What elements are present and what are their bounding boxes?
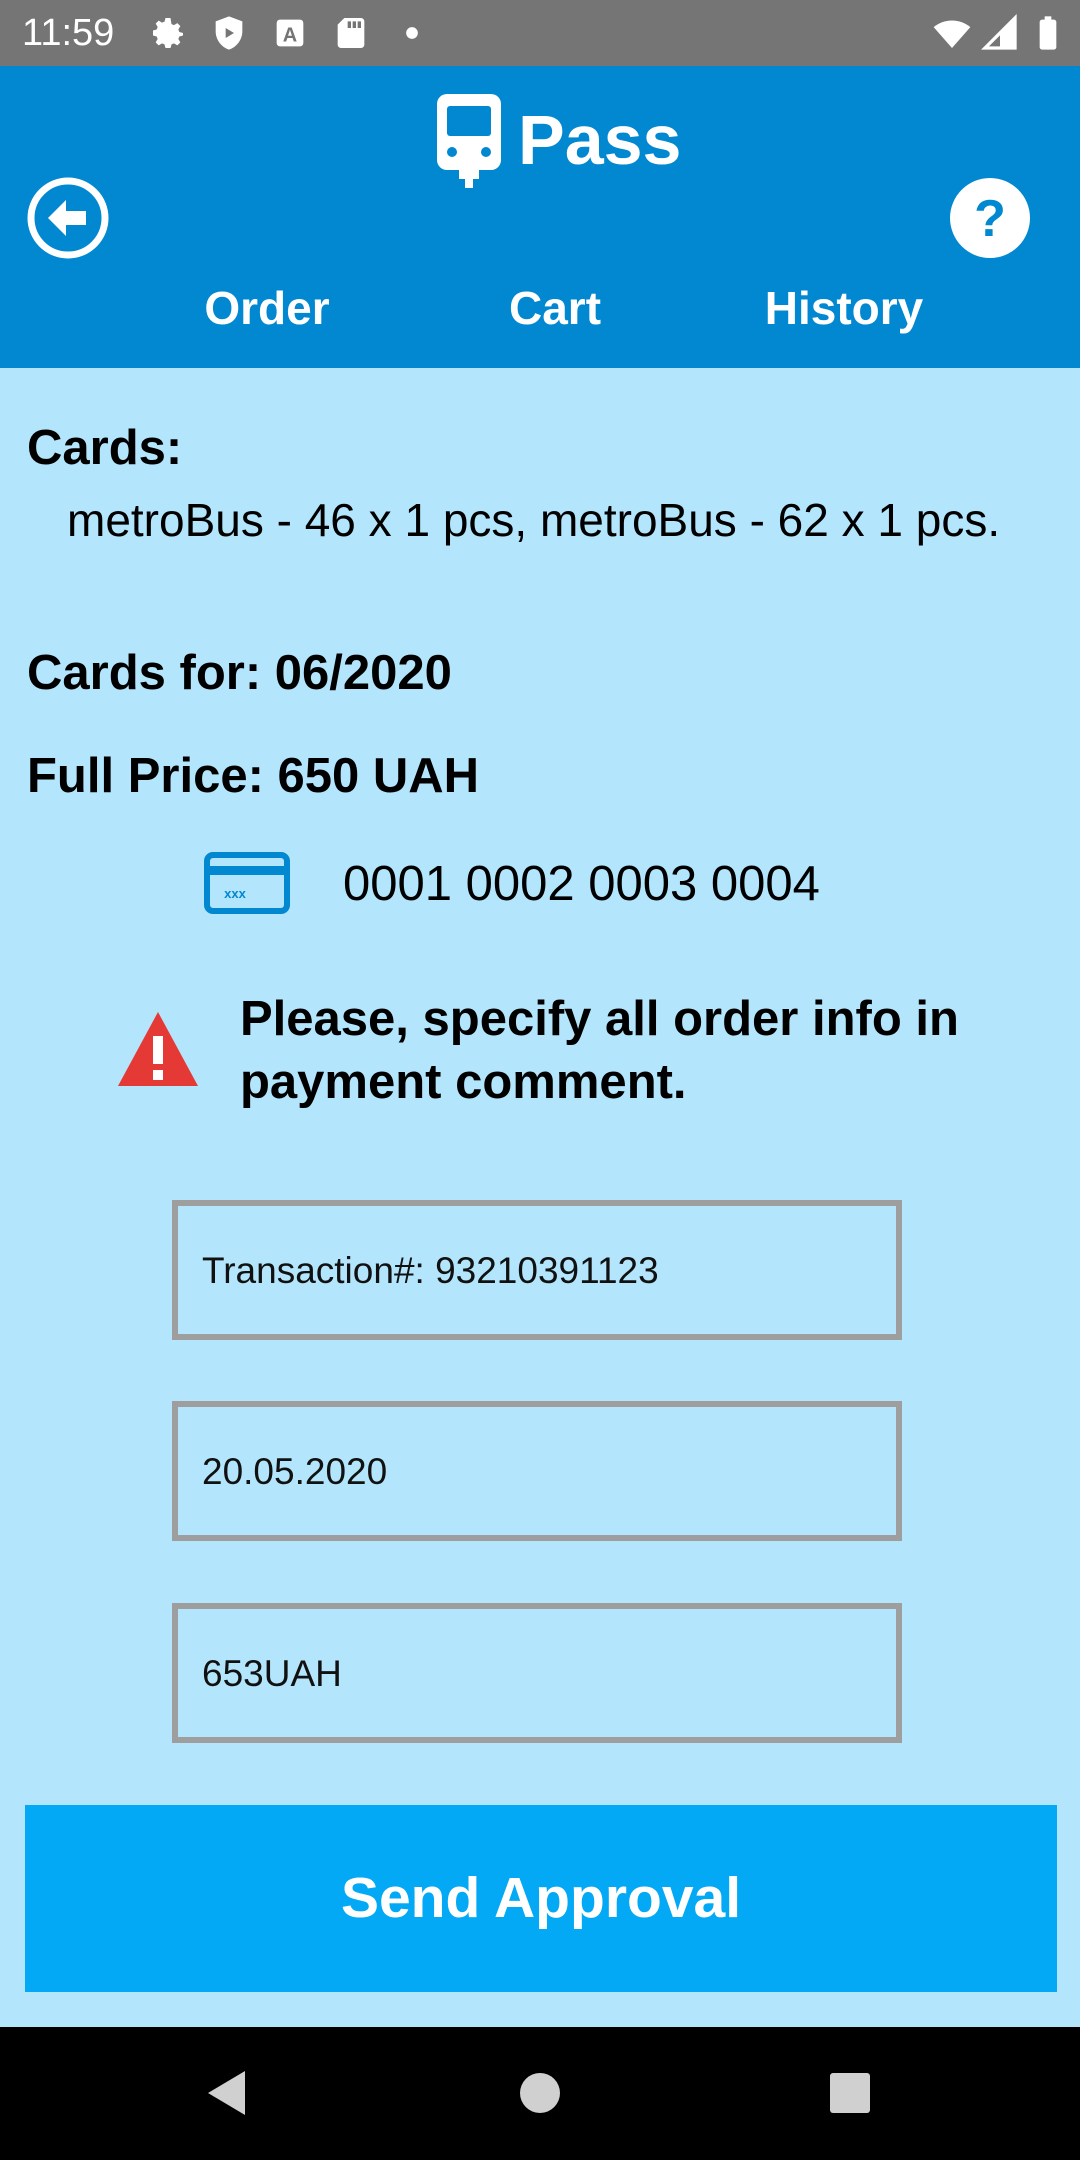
nav-back-icon[interactable] — [200, 2063, 260, 2123]
amount-value: 653UAH — [202, 1653, 342, 1694]
date-value: 20.05.2020 — [202, 1451, 388, 1492]
amount-field[interactable]: 653UAH — [172, 1603, 902, 1743]
svg-text:xxx: xxx — [224, 886, 246, 901]
nav-recents-icon[interactable] — [820, 2063, 880, 2123]
date-field[interactable]: 20.05.2020 — [172, 1401, 902, 1541]
warning-text: Please, specify all order info in paymen… — [240, 992, 959, 1109]
send-approval-button[interactable]: Send Approval — [25, 1805, 1057, 1992]
app-header: Pass ? Order Cart History — [0, 66, 1080, 368]
tab-history[interactable]: History — [714, 280, 974, 336]
signal-icon — [980, 13, 1017, 50]
tab-cart[interactable]: Cart — [425, 280, 685, 336]
font-icon: A — [276, 19, 304, 47]
status-bar: 11:59 A — [0, 0, 1080, 66]
nav-home-icon[interactable] — [510, 2063, 570, 2123]
cards-for: Cards for: 06/2020 — [27, 646, 452, 700]
bus-icon — [437, 94, 501, 188]
transaction-value: Transaction#: 93210391123 — [202, 1250, 659, 1291]
dot-icon — [406, 27, 418, 39]
app-title: Pass — [518, 101, 682, 179]
warning-triangle-icon — [118, 1012, 198, 1086]
credit-card-icon: xxx — [204, 852, 290, 914]
cards-list: metroBus - 46 x 1 pcs, metroBus - 62 x 1… — [67, 494, 1001, 546]
gear-icon — [153, 18, 183, 48]
svg-text:?: ? — [974, 190, 1006, 248]
svg-text:A: A — [283, 24, 297, 46]
full-price: Full Price: 650 UAH — [27, 749, 480, 803]
cards-heading: Cards: — [27, 421, 183, 475]
help-button[interactable]: ? — [948, 176, 1032, 260]
battery-icon — [1039, 16, 1057, 50]
sd-card-icon — [337, 18, 365, 48]
wifi-icon — [933, 20, 971, 48]
back-button[interactable] — [26, 176, 110, 260]
shield-icon — [215, 16, 243, 50]
nav-bar — [0, 2027, 1080, 2160]
tab-order[interactable]: Order — [137, 280, 397, 336]
card-number: 0001 0002 0003 0004 — [343, 857, 820, 911]
status-time: 11:59 — [22, 12, 115, 54]
transaction-field[interactable]: Transaction#: 93210391123 — [172, 1200, 902, 1340]
